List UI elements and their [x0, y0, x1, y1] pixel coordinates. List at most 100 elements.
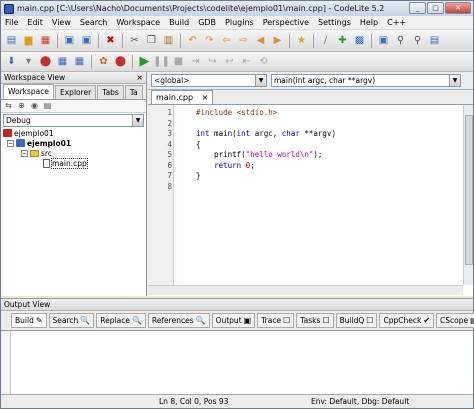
code-line[interactable]: 6 return 0; [148, 161, 463, 171]
back-icon[interactable]: ⇦ [219, 33, 234, 48]
function-select[interactable]: main(int argc, char **argv) ▼ [271, 74, 461, 87]
tab-tabs[interactable]: Tabs [97, 85, 124, 99]
tab-icon: ☐ [322, 316, 330, 325]
redo-icon[interactable]: ↷ [202, 33, 217, 48]
menu-search[interactable]: Search [80, 18, 107, 27]
tab-icon: 🔍 [195, 316, 206, 325]
highlight-icon[interactable]: ▤ [427, 33, 442, 48]
step-out-icon[interactable]: ↩ [222, 54, 237, 69]
clean-icon[interactable]: ▾ [21, 54, 36, 69]
build-icon[interactable]: ✚ [335, 33, 350, 48]
menu-plugins[interactable]: Plugins [225, 18, 254, 27]
step-in-icon[interactable]: ⇥ [188, 54, 203, 69]
show-cursor-icon[interactable]: ⇤ [239, 54, 254, 69]
undo-icon[interactable]: ↶ [185, 33, 200, 48]
cut-icon[interactable]: ✂ [127, 33, 142, 48]
maximize-button[interactable]: □ [427, 2, 444, 14]
link-editor-icon[interactable]: ⇆ [3, 101, 14, 112]
step-over-icon[interactable]: ↪ [205, 54, 220, 69]
save-all-icon[interactable]: ▣ [79, 33, 94, 48]
tree-item-workspace[interactable]: ejemplo01 [1, 128, 146, 138]
debug-settings-icon[interactable]: ✿ [96, 54, 111, 69]
configuration-icon[interactable]: ⬇ [4, 54, 19, 69]
pause-icon[interactable]: ❚❚ [153, 54, 170, 69]
bookmark-star-icon[interactable]: ★ [294, 33, 309, 48]
open-folder-icon[interactable]: ▆ [21, 33, 36, 48]
tab-explorer[interactable]: Explorer [55, 85, 97, 99]
menu-build[interactable]: Build [169, 18, 189, 27]
minimize-button[interactable]: _ [409, 2, 426, 14]
find-resource-icon[interactable]: ⚲ [410, 33, 425, 48]
find-icon[interactable]: ▣ [376, 33, 391, 48]
find-in-files-icon[interactable]: ⚲ [393, 33, 408, 48]
paste-icon[interactable]: ▥ [161, 33, 176, 48]
code-line[interactable]: 5 printf("hello world\n"); [148, 150, 463, 160]
goto-active-icon[interactable]: ◉ [29, 101, 40, 112]
menu-perspective[interactable]: Perspective [263, 18, 309, 27]
collapse-icon[interactable]: − [7, 139, 14, 147]
tab-tasks[interactable]: Tasks ☐ [296, 313, 334, 328]
code-line[interactable]: 8 [148, 182, 463, 192]
nav-right-icon[interactable]: ▶ [270, 33, 285, 48]
build-project-icon[interactable]: ▦ [55, 54, 70, 69]
scrollbar-thumb[interactable] [465, 115, 473, 265]
workspace-settings-icon[interactable]: ▤ [42, 101, 53, 112]
tab-main-cpp[interactable]: main.cpp × [151, 90, 214, 104]
tab-output[interactable]: Output ▣ [211, 313, 256, 328]
tab-ta[interactable]: Ta [124, 85, 143, 99]
tree-item-file[interactable]: main.cpp [1, 157, 146, 169]
menu-edit[interactable]: Edit [27, 18, 43, 27]
delete-icon[interactable]: ✖ [103, 33, 118, 48]
menu-settings[interactable]: Settings [318, 18, 351, 27]
tab-workspace[interactable]: Workspace [3, 84, 54, 99]
scope-select[interactable]: <global> ▼ [151, 74, 267, 87]
menu-cpp[interactable]: C++ [387, 18, 406, 27]
vertical-scrollbar[interactable] [463, 105, 473, 285]
nav-left-icon[interactable]: ◀ [253, 33, 268, 48]
tab-cppcheck[interactable]: CppCheck ✔ [379, 313, 435, 328]
menu-help[interactable]: Help [360, 18, 378, 27]
menu-view[interactable]: View [52, 18, 71, 27]
comment-icon[interactable]: ∕ [318, 33, 333, 48]
tab-build[interactable]: Build ✎ [11, 313, 47, 328]
chevron-down-icon[interactable]: ▼ [132, 115, 143, 126]
new-file-icon[interactable]: ▤ [4, 33, 19, 48]
code-line[interactable]: 4{ [148, 140, 463, 150]
tree-item-project[interactable]: − ejemplo01 [1, 138, 146, 148]
stop-icon[interactable]: ⬤ [113, 54, 128, 69]
tab-search[interactable]: Search 🔍 [48, 313, 95, 328]
code-line[interactable]: 2 [148, 119, 463, 129]
tree-item-folder[interactable]: − src [1, 148, 146, 158]
tab-references[interactable]: References 🔍 [147, 313, 210, 328]
close-file-icon[interactable]: ▦ [38, 33, 53, 48]
collapse-all-icon[interactable]: ⊕ [16, 101, 27, 112]
run-icon[interactable]: ▶ [137, 54, 152, 69]
step-icon[interactable]: ■ [171, 54, 186, 69]
workspace-panel-close-icon[interactable]: × [136, 72, 143, 84]
tab-close-icon[interactable]: × [202, 93, 209, 102]
menu-file[interactable]: File [5, 18, 18, 27]
code-line[interactable]: 1 #include <stdio.h> [148, 108, 463, 118]
tab-buildq[interactable]: BuildQ ☐ [335, 313, 378, 328]
rebuild-icon[interactable]: ▦ [72, 54, 87, 69]
save-icon[interactable]: ▣ [62, 33, 77, 48]
tab-trace[interactable]: Trace ☐ [257, 313, 295, 328]
copy-icon[interactable]: ❐ [144, 33, 159, 48]
horizontal-scrollbar[interactable] [148, 285, 463, 295]
code-line[interactable]: 7} [148, 171, 463, 181]
restart-icon[interactable]: ⟲ [256, 54, 271, 69]
chevron-down-icon[interactable]: ▼ [449, 75, 460, 86]
collapse-icon[interactable]: − [21, 149, 28, 157]
configuration-select[interactable]: Debug ▼ [3, 114, 144, 127]
tab-cscope[interactable]: CScope ▤ [436, 313, 474, 328]
tab-replace[interactable]: Replace 🔍 [96, 313, 146, 328]
forward-icon[interactable]: ⇨ [236, 33, 251, 48]
project-settings-icon[interactable]: ▩ [352, 33, 367, 48]
menu-workspace[interactable]: Workspace [116, 18, 160, 27]
close-button[interactable]: ✕ [445, 2, 471, 14]
stop-build-icon[interactable]: ⬤ [38, 54, 53, 69]
code-line[interactable]: 3 int main(int argc, char **argv) [148, 129, 463, 139]
code-editor[interactable]: 1 #include <stdio.h> 2 3 int main(int argc, … [148, 105, 463, 293]
chevron-down-icon[interactable]: ▼ [255, 75, 266, 86]
menu-gdb[interactable]: GDB [198, 18, 216, 27]
